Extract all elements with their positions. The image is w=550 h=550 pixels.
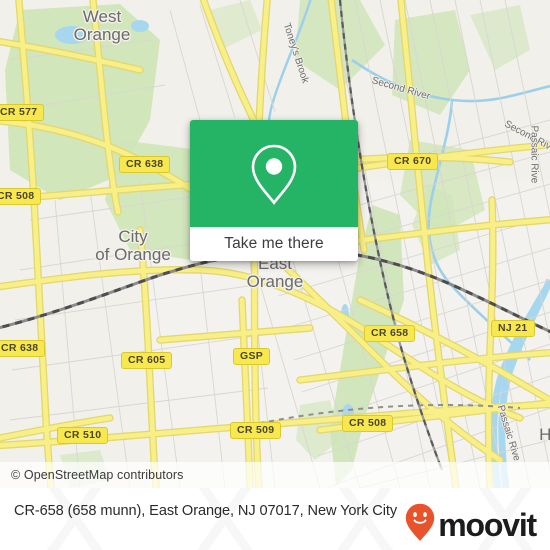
osm-attribution: © OpenStreetMap contributors xyxy=(0,462,550,488)
poi-callout-card[interactable]: Take me there xyxy=(190,120,358,261)
moovit-logo[interactable]: moovit xyxy=(405,503,537,546)
highway-shield-nj-21: NJ 21 xyxy=(491,320,535,337)
take-me-there-label: Take me there xyxy=(224,235,324,252)
osm-attribution-text: © OpenStreetMap contributors xyxy=(11,468,184,482)
highway-shield-cr-658: CR 658 xyxy=(364,325,416,342)
highway-shield-cr-577: CR 577 xyxy=(0,104,45,121)
highway-shield-cr-508-west: CR 508 xyxy=(0,188,42,205)
highway-shield-cr-638-west: CR 638 xyxy=(0,340,46,357)
moovit-map-screenshot: West OrangeCity of OrangeEast OrangeHa T… xyxy=(0,0,550,550)
highway-shield-cr-605: CR 605 xyxy=(121,352,173,369)
map-canvas[interactable]: West OrangeCity of OrangeEast OrangeHa T… xyxy=(0,0,550,488)
moovit-smiley-pin-icon xyxy=(405,503,435,546)
highway-shield-cr-509: CR 509 xyxy=(230,422,282,439)
highway-shield-cr-508-south: CR 508 xyxy=(342,415,394,432)
footer-bar: CR-658 (658 munn), East Orange, NJ 07017… xyxy=(0,488,550,550)
poi-card-header xyxy=(190,120,358,227)
location-caption: CR-658 (658 munn), East Orange, NJ 07017… xyxy=(14,503,398,519)
highway-shield-cr-510: CR 510 xyxy=(57,427,109,444)
poi-card-action[interactable]: Take me there xyxy=(190,227,358,261)
highway-shield-cr-670: CR 670 xyxy=(387,153,439,170)
highway-shield-cr-638-north: CR 638 xyxy=(119,156,171,173)
location-pin-icon xyxy=(249,142,299,206)
moovit-wordmark: moovit xyxy=(438,506,537,543)
highway-shield-gsp: GSP xyxy=(233,348,271,365)
